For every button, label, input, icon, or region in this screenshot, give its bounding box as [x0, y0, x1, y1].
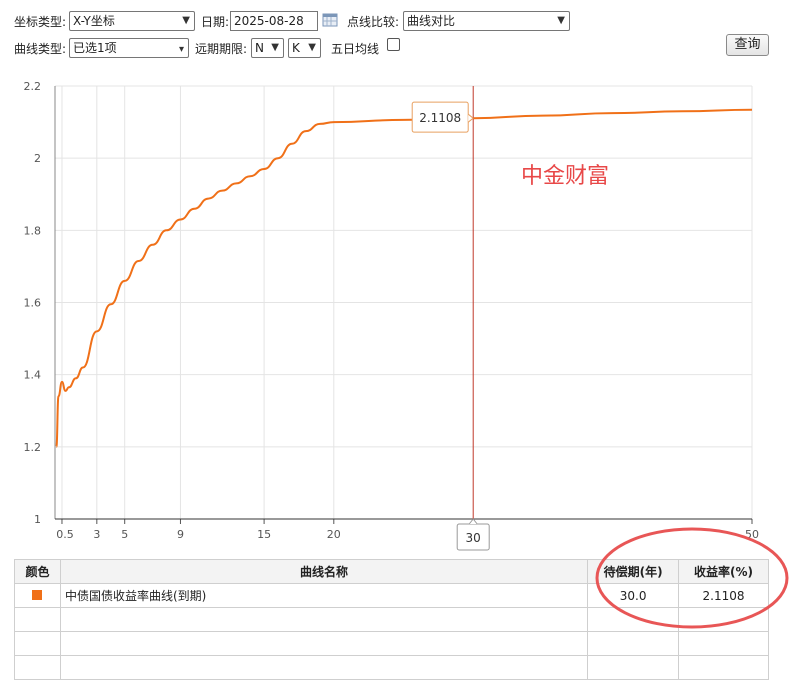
x-tick-label: 9 [177, 528, 184, 541]
chart-watermark: 中金财富 [521, 164, 609, 189]
col-term-header: 待偿期(年) [587, 559, 680, 584]
table-row [14, 655, 769, 680]
crosshair-value-pointer [467, 113, 475, 123]
yield-curve-line [55, 108, 753, 448]
curve-table: 颜色 曲线名称 待偿期(年) 收益率(%) 中债国债收益率曲线(到期) 30.0… [14, 559, 769, 680]
yield-curve-chart: 1 1.2 1.4 1.6 1.8 2 2.2 0.5 3 5 9 15 20 50 中金财富 2.110… [24, 80, 759, 551]
y-tick-label: 1 [34, 513, 41, 526]
series-color-swatch [32, 589, 43, 600]
table-row[interactable]: 中债国债收益率曲线(到期) 30.0 2.1108 [14, 583, 769, 608]
crosshair-x-pointer [468, 518, 478, 525]
y-tick-label: 2.2 [24, 80, 42, 93]
col-name-header: 曲线名称 [59, 559, 589, 584]
x-tick-label: 5 [121, 528, 128, 541]
y-tick-label: 1.4 [24, 369, 42, 382]
y-tick-label: 1.8 [24, 224, 42, 237]
x-tick-label: 15 [257, 528, 271, 541]
x-tick-label: 50 [745, 528, 759, 541]
table-header-row: 颜色 曲线名称 待偿期(年) 收益率(%) [14, 559, 769, 584]
x-tick-label: 3 [93, 528, 100, 541]
term-cell: 30.0 [587, 583, 680, 608]
x-tick-label: 20 [327, 528, 341, 541]
y-tick-label: 1.6 [24, 297, 42, 310]
col-color-header: 颜色 [14, 559, 61, 584]
curve-name-cell: 中债国债收益率曲线(到期) [59, 583, 589, 608]
table-row [14, 631, 769, 656]
crosshair-x-label: 30 [466, 531, 481, 545]
y-tick-label: 2 [34, 152, 41, 165]
yield-cell: 2.1108 [678, 583, 769, 608]
crosshair-value-label: 2.1108 [419, 111, 461, 125]
col-yield-header: 收益率(%) [678, 559, 769, 584]
x-tick-label: 0.5 [56, 528, 74, 541]
table-row [14, 607, 769, 632]
y-tick-label: 1.2 [24, 441, 42, 454]
color-cell [14, 583, 61, 608]
